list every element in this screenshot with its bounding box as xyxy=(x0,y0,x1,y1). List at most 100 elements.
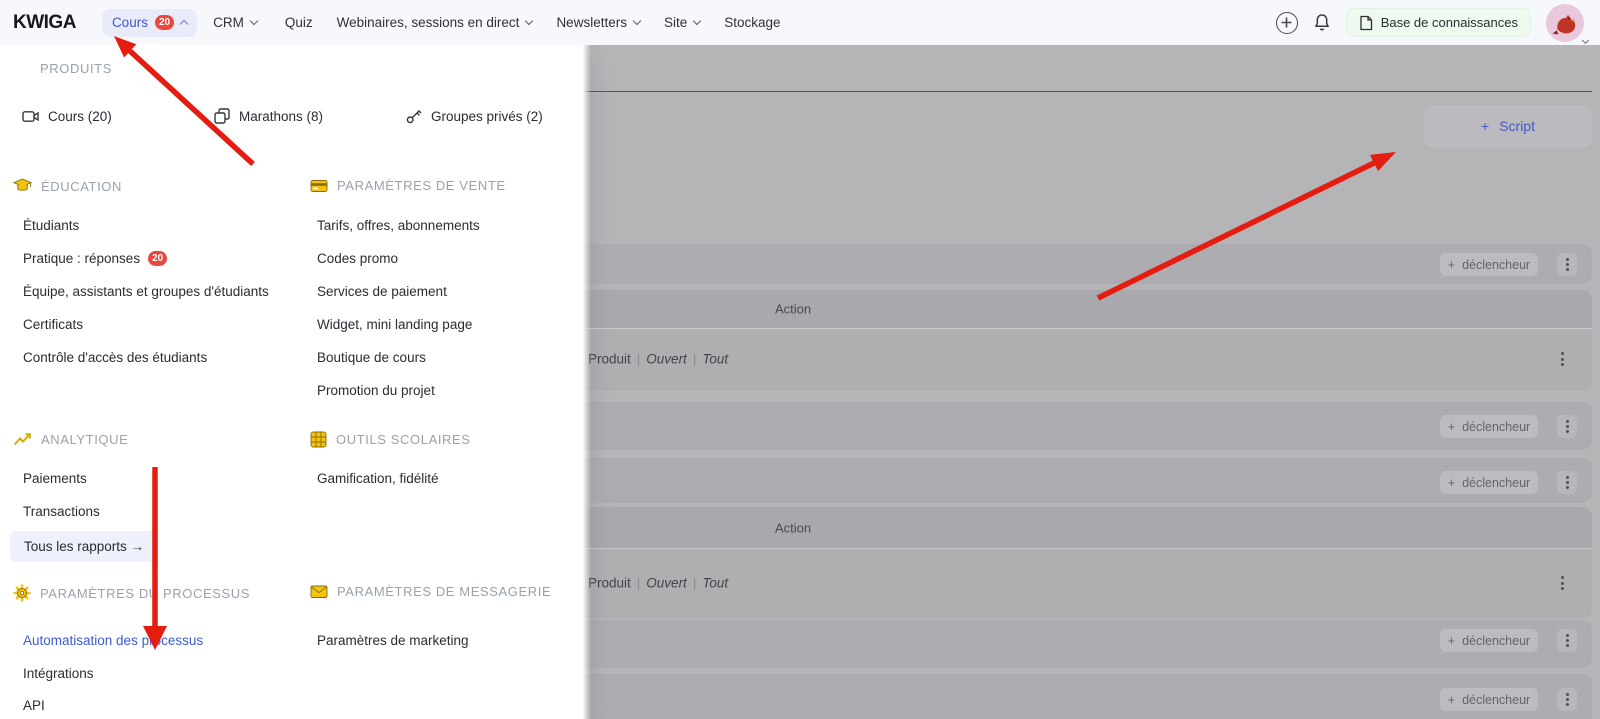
sales-section-title: PARAMÈTRES DE VENTE xyxy=(310,178,506,193)
courses-mega-menu: PRODUITS Cours (20) Marathons (8) Groupe… xyxy=(0,45,591,719)
gear-icon xyxy=(13,584,31,602)
graduation-cap-icon xyxy=(13,178,32,191)
menu-item-services-paiement[interactable]: Services de paiement xyxy=(317,281,447,301)
chevron-down-icon xyxy=(1581,36,1590,44)
plus-icon: + xyxy=(1447,633,1456,648)
script-card-header: + déclencheur xyxy=(560,620,1592,668)
card-menu-button[interactable] xyxy=(1557,471,1577,494)
row-part-produit: Produit xyxy=(588,575,631,591)
chevron-down-icon xyxy=(249,16,259,26)
knowledge-base-button[interactable]: Base de connaissances xyxy=(1345,8,1531,37)
trigger-table-card: Action Produit | Ouvert | Tout xyxy=(560,290,1592,390)
menu-item-promotion-projet[interactable]: Promotion du projet xyxy=(317,380,435,400)
add-trigger-label: déclencheur xyxy=(1462,257,1531,272)
row-part-tout: Tout xyxy=(702,351,729,367)
envelope-icon xyxy=(310,585,328,598)
script-card-header: + déclencheur xyxy=(560,458,1592,503)
action-column-header: Action xyxy=(775,301,812,317)
add-trigger-label: déclencheur xyxy=(1462,475,1531,490)
menu-item-groupes-prives[interactable]: Groupes privés (2) xyxy=(406,105,543,127)
chevron-down-icon xyxy=(525,16,534,26)
add-trigger-button[interactable]: + déclencheur xyxy=(1440,629,1538,652)
menu-item-automatisation-processus[interactable]: Automatisation des processus xyxy=(23,630,203,650)
messaging-section-title: PARAMÈTRES DE MESSAGERIE xyxy=(310,584,551,599)
menu-item-pratique-reponses[interactable]: Pratique : réponses 20 xyxy=(23,248,168,268)
row-menu-button[interactable] xyxy=(1561,576,1564,590)
add-trigger-label: déclencheur xyxy=(1462,419,1531,434)
video-icon xyxy=(22,110,39,122)
plus-icon: + xyxy=(1447,475,1456,490)
menu-item-paiements[interactable]: Paiements xyxy=(23,468,87,488)
add-trigger-button[interactable]: + déclencheur xyxy=(1440,415,1538,438)
cours-count-badge: 20 xyxy=(154,15,175,30)
menu-item-gamification[interactable]: Gamification, fidélité xyxy=(317,468,439,488)
table-row[interactable]: Produit | Ouvert | Tout xyxy=(560,549,1592,617)
app-screen: + Script + déclencheur Action Produit | Ou… xyxy=(0,0,1600,719)
create-button[interactable] xyxy=(1275,11,1298,34)
school-tools-section-title: OUTILS SCOLAIRES xyxy=(310,431,471,448)
nav-item-quiz[interactable]: Quiz xyxy=(285,15,313,30)
plus-icon: + xyxy=(1447,692,1456,707)
table-row[interactable]: Produit | Ouvert | Tout xyxy=(560,329,1592,389)
kwiga-logo[interactable]: KWIGA xyxy=(13,12,76,34)
card-menu-button[interactable] xyxy=(1557,688,1577,711)
nav-item-newsletters[interactable]: Newsletters xyxy=(556,15,642,30)
chevron-up-icon xyxy=(179,19,189,29)
nav-item-webinaires[interactable]: Webinaires, sessions en direct xyxy=(337,15,534,30)
table-header-row: Action xyxy=(560,290,1592,329)
card-menu-button[interactable] xyxy=(1557,253,1577,276)
menu-item-etudiants[interactable]: Étudiants xyxy=(23,215,79,235)
add-trigger-button[interactable]: + déclencheur xyxy=(1440,688,1538,711)
trigger-table-card: Action Produit | Ouvert | Tout xyxy=(560,507,1592,618)
notifications-button[interactable] xyxy=(1313,13,1331,32)
plus-icon: + xyxy=(1447,419,1456,434)
plus-icon xyxy=(1281,17,1292,28)
script-card-header: + déclencheur xyxy=(560,674,1592,719)
menu-item-integrations[interactable]: Intégrations xyxy=(23,663,94,683)
nav-item-site[interactable]: Site xyxy=(664,15,702,30)
menu-item-widget-landing[interactable]: Widget, mini landing page xyxy=(317,314,472,334)
menu-item-parametres-marketing[interactable]: Paramètres de marketing xyxy=(317,630,469,650)
menu-item-codes-promo[interactable]: Codes promo xyxy=(317,248,398,268)
add-trigger-button[interactable]: + déclencheur xyxy=(1440,253,1538,276)
card-menu-button[interactable] xyxy=(1557,629,1577,652)
menu-item-certificats[interactable]: Certificats xyxy=(23,314,83,334)
trigger-row-summary: Produit | Ouvert | Tout xyxy=(588,351,729,367)
menu-item-boutique-cours[interactable]: Boutique de cours xyxy=(317,347,426,367)
credit-card-icon xyxy=(310,180,328,192)
row-part-ouvert: Ouvert xyxy=(646,351,687,367)
practice-count-badge: 20 xyxy=(148,250,168,266)
menu-item-tarifs-offres[interactable]: Tarifs, offres, abonnements xyxy=(317,215,480,235)
plus-icon: + xyxy=(1481,118,1490,134)
menu-item-transactions[interactable]: Transactions xyxy=(23,501,100,521)
nav-item-cours[interactable]: Cours 20 xyxy=(101,8,198,37)
row-menu-button[interactable] xyxy=(1561,352,1564,366)
user-avatar[interactable] xyxy=(1546,3,1590,44)
plus-icon: + xyxy=(1447,257,1456,272)
row-part-ouvert: Ouvert xyxy=(646,575,687,591)
analytics-section-title: ANALYTIQUE xyxy=(13,431,128,447)
menu-item-equipe-assistants[interactable]: Équipe, assistants et groupes d'étudiant… xyxy=(23,281,269,301)
action-column-header: Action xyxy=(775,520,812,535)
chevron-down-icon xyxy=(692,16,702,26)
script-card-header: + déclencheur xyxy=(560,402,1592,450)
menu-item-api[interactable]: API xyxy=(23,695,45,715)
chevron-down-icon xyxy=(632,16,642,26)
document-icon xyxy=(1360,15,1372,30)
add-script-label: Script xyxy=(1499,118,1535,134)
add-trigger-label: déclencheur xyxy=(1462,692,1531,707)
add-script-button[interactable]: + Script xyxy=(1424,105,1592,147)
products-section-title: PRODUITS xyxy=(40,61,112,76)
trigger-row-summary: Produit | Ouvert | Tout xyxy=(588,575,729,591)
add-trigger-label: déclencheur xyxy=(1462,633,1531,648)
menu-item-cours[interactable]: Cours (20) xyxy=(22,105,112,127)
nav-item-stockage[interactable]: Stockage xyxy=(724,15,780,30)
topbar-actions: Base de connaissances xyxy=(1275,3,1600,44)
card-menu-button[interactable] xyxy=(1557,415,1577,438)
add-trigger-button[interactable]: + déclencheur xyxy=(1440,471,1538,494)
script-card-header: + déclencheur xyxy=(560,244,1592,284)
menu-item-controle-acces[interactable]: Contrôle d'accès des étudiants xyxy=(23,347,207,367)
menu-item-tous-les-rapports[interactable]: Tous les rapports → xyxy=(10,531,159,562)
nav-item-crm[interactable]: CRM xyxy=(213,15,259,30)
menu-item-marathons[interactable]: Marathons (8) xyxy=(214,105,323,127)
